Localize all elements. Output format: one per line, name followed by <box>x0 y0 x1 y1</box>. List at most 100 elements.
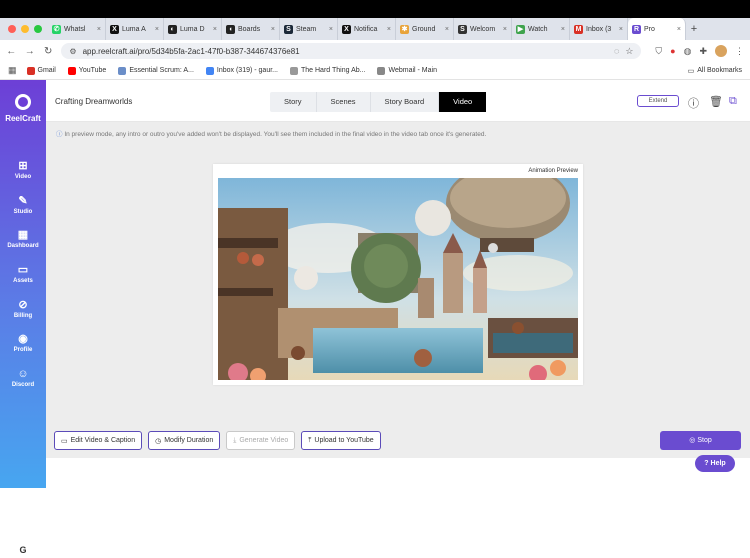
sidebar-item-assets[interactable]: ▭ Assets <box>0 264 46 284</box>
new-tab-button[interactable]: + <box>686 23 702 35</box>
bookmark-favicon-icon <box>67 66 76 75</box>
bookmark-label: YouTube <box>78 67 107 74</box>
stop-button[interactable]: ◎ Stop <box>660 431 741 450</box>
tab-story[interactable]: Story <box>270 92 317 112</box>
tab-close-icon[interactable]: × <box>97 26 101 33</box>
sidebar-item-profile[interactable]: ◉ Profile <box>0 333 46 353</box>
tab-close-icon[interactable]: × <box>387 26 391 33</box>
menu-icon[interactable]: ⋮ <box>735 46 744 57</box>
download-icon: ⤓ <box>233 436 237 444</box>
tab-title: Whatsl <box>64 25 86 33</box>
browser-tab[interactable]: R Pro × <box>628 18 686 40</box>
browser-tab[interactable]: M Inbox (3 × <box>570 18 628 40</box>
bookmark-item[interactable]: Essential Scrum: A... <box>118 66 194 75</box>
sidebar-item-studio[interactable]: ✎ Studio <box>0 195 46 215</box>
tab-favicon-icon: X <box>342 24 351 34</box>
profile-avatar[interactable] <box>715 45 728 57</box>
tab-favicon-icon: ◖ <box>226 24 235 34</box>
reelcraft-logo-icon <box>15 94 31 110</box>
bookmark-item[interactable]: The Hard Thing Ab... <box>290 66 365 75</box>
modify-duration-button[interactable]: ◷ Modify Duration <box>148 431 221 450</box>
close-window-icon[interactable] <box>8 25 16 33</box>
sidebar-item-discord[interactable]: ☺ Discord <box>0 368 46 388</box>
window-controls[interactable] <box>0 25 48 33</box>
url-text[interactable]: app.reelcraft.ai/pro/5d34b5fa-2ac1-47f0-… <box>83 47 608 56</box>
trash-icon[interactable]: 🗑 <box>709 95 723 108</box>
shield-icon[interactable]: ⛉ <box>655 46 662 57</box>
preview-caption: Animation Preview <box>528 168 578 174</box>
sidebar-item-label: Profile <box>13 347 33 353</box>
bookmark-label: Gmail <box>37 67 56 74</box>
window-top-bar <box>0 0 750 18</box>
tab-close-icon[interactable]: × <box>329 26 333 33</box>
puzzle-icon[interactable]: ✚ <box>699 46 707 57</box>
browser-tab[interactable]: ✱ Ground × <box>396 18 454 40</box>
main-content: ⓘ In preview mode, any intro or outro yo… <box>46 122 750 458</box>
studio-icon: ✎ <box>18 195 28 207</box>
eye-off-icon[interactable]: ◌ <box>614 46 619 56</box>
account-avatar[interactable]: G <box>15 542 31 558</box>
browser-tab[interactable]: S Welcom × <box>454 18 512 40</box>
apps-grid-icon[interactable]: ▦ <box>8 65 17 76</box>
tab-close-icon[interactable]: × <box>155 26 159 33</box>
tab-close-icon[interactable]: × <box>503 26 507 33</box>
tab-close-icon[interactable]: × <box>213 26 217 33</box>
browser-tab[interactable]: ▶ Watch × <box>512 18 570 40</box>
all-bookmarks[interactable]: ▭ All Bookmarks <box>688 67 742 75</box>
edit-video-caption-button[interactable]: ▭ Edit Video & Caption <box>54 431 143 450</box>
preview-video[interactable] <box>218 178 578 380</box>
bookmark-star-icon[interactable]: ☆ <box>625 46 633 57</box>
bookmark-item[interactable]: Gmail <box>26 66 56 75</box>
tab-favicon-icon: X <box>110 24 119 34</box>
sidebar-item-billing[interactable]: ⊘ Billing <box>0 299 46 319</box>
browser-tab[interactable]: ◖ Boards × <box>222 18 280 40</box>
tab-title: Pro <box>644 25 655 33</box>
opera-icon[interactable]: ● <box>670 46 675 56</box>
help-button[interactable]: ? Help <box>695 455 735 472</box>
tab-favicon-icon: ✆ <box>52 24 61 34</box>
back-icon[interactable]: ← <box>6 46 16 57</box>
bookmark-item[interactable]: Webmail - Main <box>377 66 437 75</box>
sidebar-item-dashboard[interactable]: ▦ Dashboard <box>0 229 46 249</box>
modify-duration-label: Modify Duration <box>164 437 214 444</box>
bookmark-item[interactable]: Inbox (319) - gaur... <box>205 66 278 75</box>
site-info-icon[interactable]: ⚙ <box>69 47 76 56</box>
maximize-window-icon[interactable] <box>34 25 42 33</box>
info-icon[interactable]: ⓘ <box>688 95 699 111</box>
browser-tab[interactable]: S Steam × <box>280 18 338 40</box>
browser-tab[interactable]: ✆ Whatsl × <box>48 18 106 40</box>
browser-tab[interactable]: ◐ Luma D × <box>164 18 222 40</box>
url-field[interactable]: ⚙ app.reelcraft.ai/pro/5d34b5fa-2ac1-47f… <box>61 43 642 59</box>
extend-button[interactable]: Extend <box>637 95 679 107</box>
copy-icon[interactable]: ⧉ <box>729 95 737 108</box>
footer-area <box>46 458 750 488</box>
sidebar-item-label: Discord <box>11 382 35 388</box>
tab-close-icon[interactable]: × <box>445 26 449 33</box>
bookmark-item[interactable]: YouTube <box>67 66 107 75</box>
tab-close-icon[interactable]: × <box>561 26 565 33</box>
extension-dot-icon[interactable]: ◍ <box>684 46 692 57</box>
tab-title: Inbox (3 <box>586 25 612 33</box>
tab-scenes[interactable]: Scenes <box>317 92 371 112</box>
tab-close-icon[interactable]: × <box>677 26 681 33</box>
browser-tab[interactable]: X Luma A × <box>106 18 164 40</box>
tab-favicon-icon: ▶ <box>516 24 525 34</box>
tab-close-icon[interactable]: × <box>271 26 275 33</box>
tab-story-board[interactable]: Story Board <box>371 92 440 112</box>
sidebar-item-video[interactable]: ⊞ Video <box>0 160 46 180</box>
generate-video-button[interactable]: ⤓ Generate Video <box>226 431 296 450</box>
bookmark-favicon-icon <box>26 66 35 75</box>
bookmark-favicon-icon <box>205 66 214 75</box>
upload-youtube-button[interactable]: ⤒ Upload to YouTube <box>301 431 381 450</box>
forward-icon[interactable]: → <box>24 46 35 57</box>
brand-logo[interactable]: ReelCraft <box>0 94 46 123</box>
tab-close-icon[interactable]: × <box>619 26 623 33</box>
upload-icon: ⤒ <box>308 436 312 444</box>
reload-icon[interactable]: ↻ <box>43 46 53 57</box>
browser-tab[interactable]: X Notifica × <box>338 18 396 40</box>
sidebar: ReelCraft ⊞ Video ✎ Studio ▦ Dashboard ▭ Assets… <box>0 80 46 558</box>
tab-favicon-icon: R <box>632 24 641 34</box>
tab-video[interactable]: Video <box>439 92 487 112</box>
minimize-window-icon[interactable] <box>21 25 29 33</box>
generate-video-label: Generate Video <box>239 437 289 444</box>
